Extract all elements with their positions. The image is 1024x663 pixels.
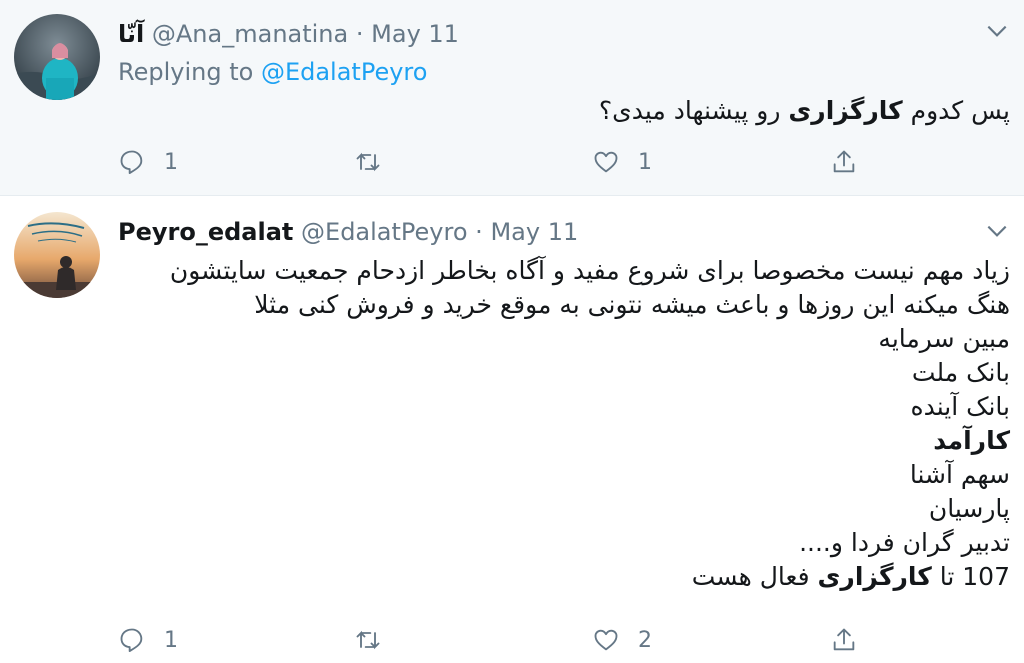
like-button[interactable]: 2 [592, 620, 652, 660]
share-button[interactable] [830, 142, 858, 182]
share-icon [833, 628, 855, 651]
tweet-text: پس کدوم کارگزاری رو پیشنهاد میدی؟ [599, 94, 1010, 128]
user-handle[interactable]: @EdalatPeyro [301, 218, 468, 246]
tweet-reply[interactable]: Peyro_edalat @EdalatPeyro · May 11 زیاد … [0, 195, 1024, 663]
text-bold: کارگزاری [817, 562, 932, 591]
separator-dot: · [475, 218, 483, 246]
reply-icon [120, 150, 143, 175]
like-count: 2 [638, 627, 652, 653]
reply-count: 1 [164, 627, 178, 653]
chevron-down-icon[interactable] [984, 218, 1010, 244]
like-button[interactable]: 1 [592, 142, 652, 182]
avatar[interactable] [14, 14, 100, 100]
text-line: زیاد مهم نیست مخصوصا برای شروع مفید و آگ… [169, 256, 1010, 285]
tweet-actions: 1 2 [118, 620, 878, 660]
tweet-header: Peyro_edalat @EdalatPeyro · May 11 [118, 216, 578, 248]
avatar[interactable] [14, 212, 100, 298]
user-handle[interactable]: @Ana_manatina [152, 20, 348, 48]
tweet-parent[interactable]: آنّا @Ana_manatina · May 11 Replying to … [0, 0, 1024, 195]
text-line: پارسیان [928, 494, 1010, 523]
retweet-icon [356, 630, 380, 650]
text-line: بانک ملت [911, 358, 1010, 387]
like-icon [594, 629, 618, 651]
mention-link[interactable]: @EdalatPeyro [261, 58, 428, 86]
text-line: سهم آشنا [909, 460, 1010, 489]
retweet-button[interactable] [354, 142, 400, 182]
text-segment: پس کدوم [902, 96, 1010, 125]
text-segment: فعال هست [691, 562, 818, 591]
reply-icon [120, 628, 143, 653]
reply-button[interactable]: 1 [118, 620, 178, 660]
tweet-date[interactable]: May 11 [490, 218, 578, 246]
tweet-text: زیاد مهم نیست مخصوصا برای شروع مفید و آگ… [170, 254, 1010, 594]
text-bold: کارگزاری [788, 96, 903, 125]
text-line: مبین سرمایه [878, 324, 1010, 353]
reply-count: 1 [164, 149, 178, 175]
text-line: تدبیر گران فردا و.... [799, 528, 1010, 557]
text-line-bold: کارآمد [170, 424, 1010, 458]
replying-to: Replying to @EdalatPeyro [118, 56, 427, 88]
text-bold: کارآمد [933, 426, 1010, 455]
separator-dot: · [355, 20, 364, 48]
like-count: 1 [638, 149, 652, 175]
text-segment: رو پیشنهاد میدی؟ [598, 96, 789, 125]
like-icon [594, 151, 618, 173]
replying-label: Replying to [118, 58, 254, 86]
text-segment: 107 [962, 562, 1010, 591]
chevron-down-icon[interactable] [984, 18, 1010, 44]
retweet-icon [356, 152, 380, 172]
reply-button[interactable]: 1 [118, 142, 178, 182]
text-segment: تا [931, 562, 963, 591]
tweet-header: آنّا @Ana_manatina · May 11 [118, 18, 459, 50]
text-line: بانک آینده [910, 392, 1010, 421]
share-button[interactable] [830, 620, 858, 660]
tweet-date[interactable]: May 11 [371, 20, 459, 48]
display-name[interactable]: آنّا [118, 20, 144, 48]
text-line: 107 تا کارگزاری فعال هست [170, 560, 1010, 594]
retweet-button[interactable] [354, 620, 400, 660]
display-name[interactable]: Peyro_edalat [118, 218, 293, 246]
share-icon [833, 150, 855, 173]
text-line: هنگ میکنه این روزها و باعث میشه نتونی به… [254, 290, 1010, 319]
tweet-actions: 1 1 [118, 142, 878, 182]
